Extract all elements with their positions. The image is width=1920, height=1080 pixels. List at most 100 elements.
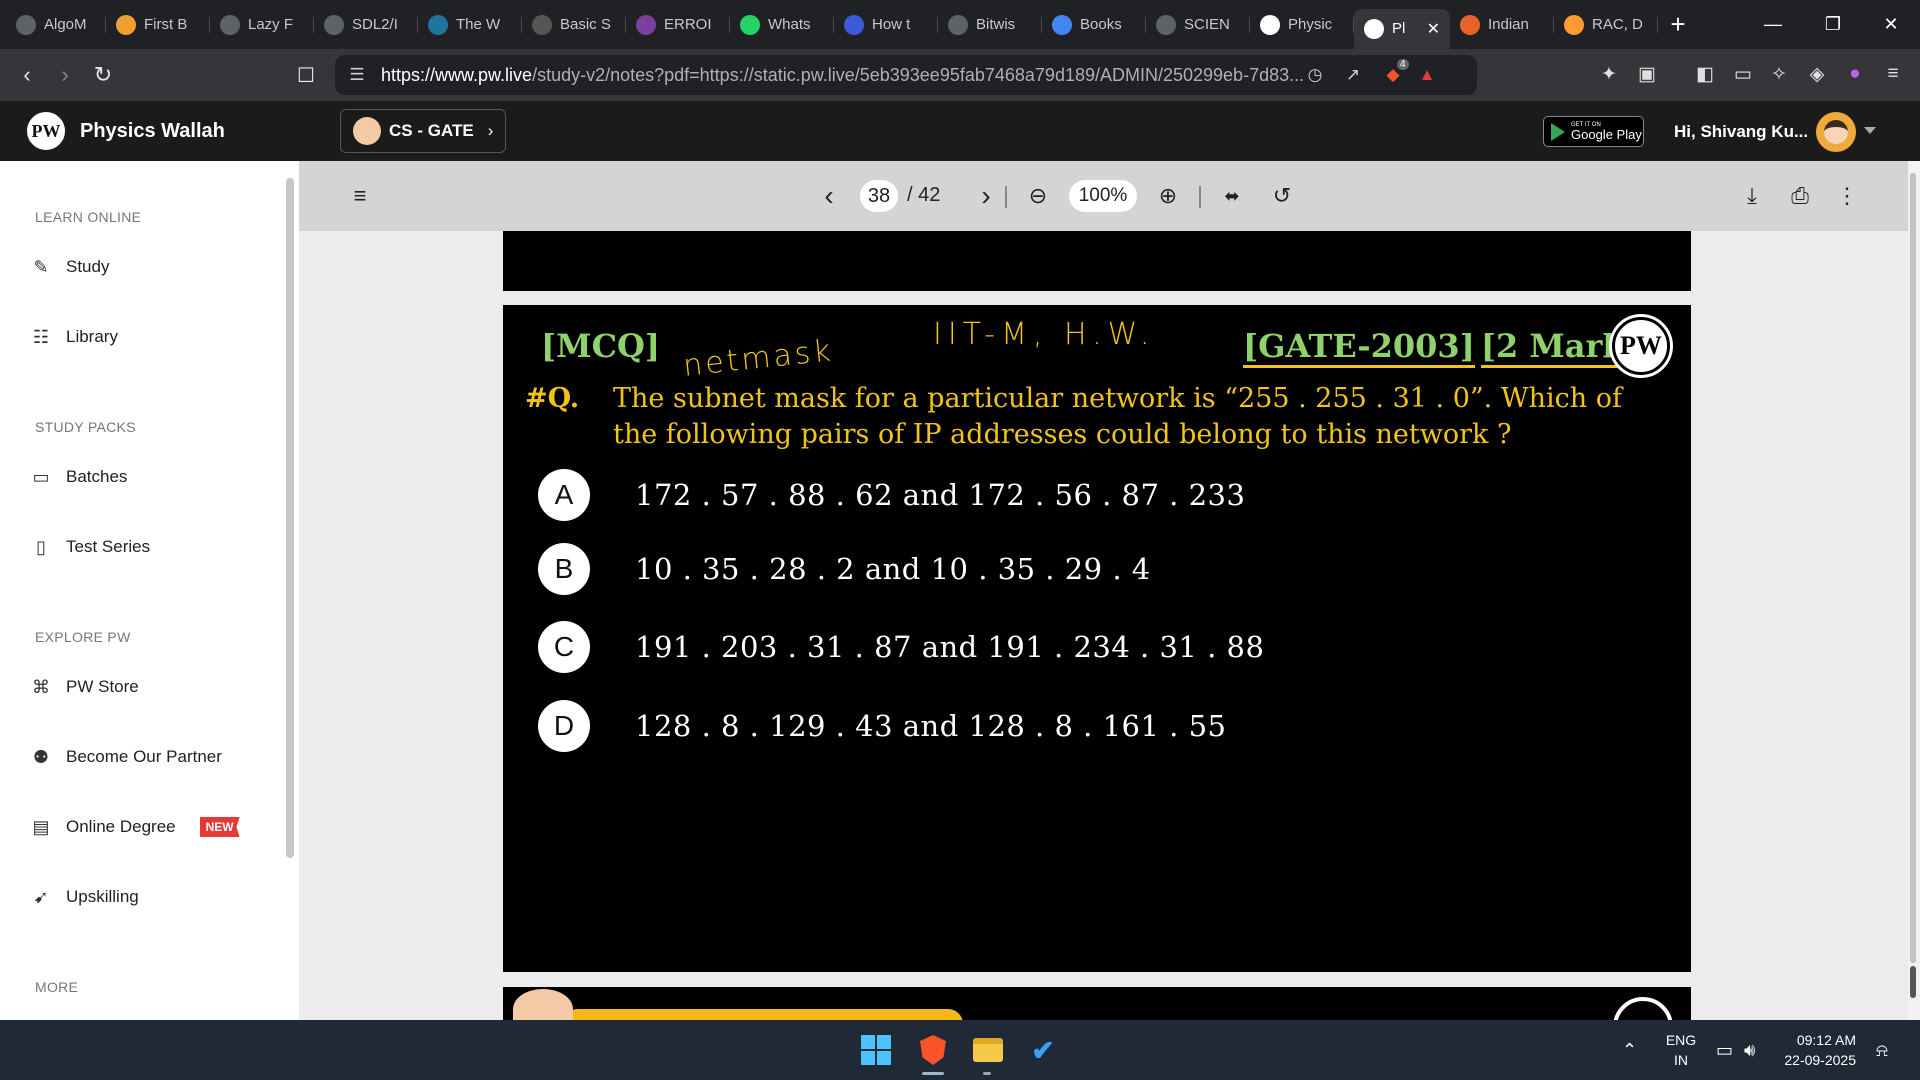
browser-tab[interactable]: Physic	[1250, 7, 1354, 43]
sidebar-item-upskilling[interactable]: ➹ Upskilling	[30, 877, 260, 917]
pw-logo[interactable]: PW	[27, 112, 65, 150]
file-explorer-icon[interactable]	[968, 1030, 1008, 1070]
menu-icon[interactable]: ≡	[1880, 61, 1906, 87]
tray-chevron-up-icon[interactable]: ⌃	[1622, 1020, 1637, 1080]
sidebar-toggle-icon[interactable]: ◧	[1692, 61, 1718, 87]
tab-label: How t	[872, 16, 911, 33]
google-play-button[interactable]: GET IT ON Google Play	[1543, 116, 1644, 147]
tab-label: RAC, D	[1592, 16, 1643, 33]
new-tab-button[interactable]: +	[1658, 9, 1698, 40]
course-avatar	[353, 117, 381, 145]
extensions-icon[interactable]: ✦	[1596, 61, 1622, 87]
browser-tab[interactable]: Basic S	[522, 7, 626, 43]
option-letter: B	[538, 543, 590, 595]
browser-tab[interactable]: SCIEN	[1146, 7, 1250, 43]
sidebar-item-label: PW Store	[66, 677, 139, 696]
brave-taskbar-icon[interactable]	[913, 1030, 953, 1070]
volume-icon[interactable]: 🔊︎	[1744, 1020, 1755, 1080]
brave-rewards-icon[interactable]: ▲	[1415, 63, 1439, 87]
browser-tab[interactable]: RAC, D	[1554, 7, 1658, 43]
url-field[interactable]: ☰ https://www.pw.live/study-v2/notes?pdf…	[335, 55, 1477, 95]
pdf-page-next	[503, 987, 1691, 1020]
browser-tab[interactable]: Pl ✕	[1354, 8, 1450, 49]
back-button[interactable]: ‹	[8, 56, 46, 94]
tab-label: Physic	[1288, 16, 1333, 33]
bookmark-icon[interactable]: ☐	[287, 56, 325, 94]
zoom-in-icon[interactable]: ⊕	[1155, 183, 1181, 209]
scrollbar-thumb[interactable]	[1910, 966, 1916, 998]
pdf-viewer: ≡ ‹ 38 / 42 › ⊖ 100% ⊕ ⬌ ↺ ⤓ ⎙ ⋮ [MCQ] n…	[299, 161, 1908, 1020]
start-button[interactable]	[856, 1030, 896, 1070]
minimize-button[interactable]: —	[1744, 0, 1802, 49]
reader-icon[interactable]: ▣	[1634, 61, 1660, 87]
browser-tab[interactable]: How t	[834, 7, 938, 43]
course-selector[interactable]: CS - GATE ›	[340, 109, 506, 153]
sidebar-section-title: STUDY PACKS	[35, 419, 136, 435]
profile-icon[interactable]: ●	[1842, 61, 1868, 87]
share-icon[interactable]: ↗	[1341, 63, 1365, 87]
sidebar-item-batches[interactable]: ▭ Batches	[30, 457, 260, 497]
brand-name[interactable]: Physics Wallah	[80, 120, 225, 143]
scrollbar-track-thumb[interactable]	[1910, 173, 1916, 963]
tab-label: Lazy F	[248, 16, 294, 33]
taskbar: ✔ ⌃ ENG IN ▭ 🔊︎ 09:12 AM 22-09-2025 ⍾	[0, 1020, 1920, 1080]
caret-down-icon[interactable]	[1864, 127, 1876, 134]
sidebar-scrollbar[interactable]	[286, 178, 294, 858]
browser-tab[interactable]: ERROI	[626, 7, 730, 43]
option-row: A 172 . 57 . 88 . 62 and 172 . 56 . 87 . …	[538, 468, 1438, 522]
gplay-big-text: Google Play	[1571, 127, 1642, 142]
browser-tab[interactable]: Whats	[730, 7, 834, 43]
page-number-input[interactable]: 38	[860, 180, 898, 212]
sidebar-item-label: Upskilling	[66, 887, 139, 906]
forward-button[interactable]: ›	[46, 56, 84, 94]
avatar[interactable]	[1816, 112, 1856, 152]
sidebar-item-label: Study	[66, 257, 110, 276]
wallet-icon[interactable]: ▭	[1730, 61, 1756, 87]
user-greeting[interactable]: Hi, Shivang Ku...	[1674, 122, 1808, 142]
print-icon[interactable]: ⎙	[1787, 183, 1813, 209]
network-icon[interactable]: ▭	[1716, 1020, 1733, 1080]
next-page-banner	[563, 1009, 963, 1020]
reload-button[interactable]: ↻	[84, 56, 122, 94]
download-icon[interactable]: ⤓	[1739, 183, 1765, 209]
sidebar-item-online-degree[interactable]: ▤ Online Degree NEW	[30, 807, 260, 847]
leo-ai-icon[interactable]: ✧	[1766, 61, 1792, 87]
sidebar-item-pw-store[interactable]: ⌘ PW Store	[30, 667, 260, 707]
next-page-button[interactable]: ›	[973, 180, 999, 211]
language-indicator[interactable]: ENG IN	[1664, 1030, 1698, 1070]
browser-tab[interactable]: Lazy F	[210, 7, 314, 43]
browser-tab[interactable]: Indian	[1450, 7, 1554, 43]
browser-tab[interactable]: AlgoM	[6, 7, 106, 43]
tab-close-icon[interactable]: ✕	[1427, 19, 1440, 39]
notification-bell-icon[interactable]: ⍾	[1876, 1020, 1888, 1080]
partner-icon: ⚉	[32, 746, 50, 767]
hamburger-menu-icon[interactable]: ≡	[347, 183, 373, 209]
sidebar-item-test-series[interactable]: ▯ Test Series	[30, 527, 260, 567]
window-close-button[interactable]: ✕	[1862, 0, 1920, 49]
more-options-icon[interactable]: ⋮	[1834, 183, 1860, 209]
history-icon[interactable]: ◷	[1303, 63, 1327, 87]
system-clock[interactable]: 09:12 AM 22-09-2025	[1774, 1030, 1856, 1070]
globe-icon	[1156, 14, 1176, 35]
browser-tab[interactable]: Bitwis	[938, 7, 1042, 43]
option-row: C 191 . 203 . 31 . 87 and 191 . 234 . 31 …	[538, 620, 1438, 674]
browser-tab[interactable]: Books	[1042, 7, 1146, 43]
sidebar-item-library[interactable]: ☷ Library	[30, 317, 260, 357]
browser-tab[interactable]: SDL2/I	[314, 7, 418, 43]
fit-width-icon[interactable]: ⬌	[1219, 183, 1245, 209]
option-letter: C	[538, 621, 590, 673]
browser-tab[interactable]: First B	[106, 7, 210, 43]
vpn-icon[interactable]: ◈	[1804, 61, 1830, 87]
sidebar-item-become-our-partner[interactable]: ⚉ Become Our Partner	[30, 737, 260, 777]
zoom-level[interactable]: 100%	[1069, 180, 1137, 212]
viewer-scrollbar[interactable]	[1908, 161, 1920, 1020]
restore-button[interactable]: ❐	[1804, 0, 1862, 49]
sidebar-item-study[interactable]: ✎ Study	[30, 247, 260, 287]
prev-page-button[interactable]: ‹	[816, 180, 842, 211]
rotate-icon[interactable]: ↺	[1269, 183, 1295, 209]
zoom-out-icon[interactable]: ⊖	[1025, 183, 1051, 209]
globe-icon	[324, 14, 344, 35]
site-settings-icon[interactable]: ☰	[345, 63, 369, 87]
browser-tab[interactable]: The W	[418, 7, 522, 43]
vscode-icon[interactable]: ✔	[1023, 1030, 1063, 1070]
